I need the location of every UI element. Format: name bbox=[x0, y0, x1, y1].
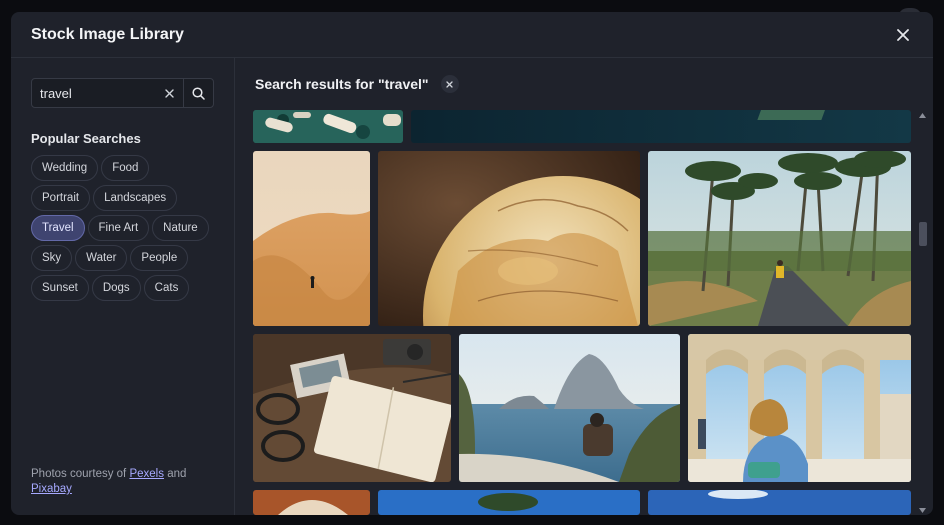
search-chip-cats[interactable]: Cats bbox=[143, 275, 190, 301]
stock-image-library-modal: Stock Image Library Popular Searches Wed… bbox=[11, 12, 933, 515]
search-icon bbox=[192, 86, 205, 100]
search-chip-sky[interactable]: Sky bbox=[31, 245, 73, 271]
search-chip-food[interactable]: Food bbox=[101, 155, 150, 181]
search-box bbox=[31, 78, 214, 108]
photo-dark-sky[interactable] bbox=[411, 110, 911, 143]
search-chip-dogs[interactable]: Dogs bbox=[91, 275, 141, 301]
clear-search-icon bbox=[164, 88, 174, 98]
results-header: Search results for "travel" bbox=[235, 58, 933, 110]
search-chip-water[interactable]: Water bbox=[75, 245, 128, 271]
photo-sea-island[interactable] bbox=[459, 334, 680, 482]
chevron-down-icon bbox=[918, 507, 926, 513]
photo-globe[interactable] bbox=[378, 151, 640, 326]
photo-desert[interactable] bbox=[253, 151, 370, 326]
photo-travel-journal[interactable] bbox=[253, 334, 451, 482]
search-chip-wedding[interactable]: Wedding bbox=[31, 155, 99, 181]
modal-title: Stock Image Library bbox=[31, 25, 184, 43]
photo-cave-arch[interactable] bbox=[253, 490, 370, 515]
photo-blue-sky[interactable] bbox=[648, 490, 911, 515]
results-title: Search results for "travel" bbox=[255, 76, 429, 92]
credits-middle: and bbox=[167, 468, 187, 480]
clear-results-button[interactable] bbox=[440, 75, 459, 93]
close-icon bbox=[897, 28, 909, 41]
results-panel: Search results for "travel" bbox=[235, 58, 933, 515]
search-chip-nature[interactable]: Nature bbox=[152, 215, 209, 241]
scroll-down-arrow[interactable] bbox=[917, 505, 927, 515]
sidebar: Popular Searches WeddingFood PortraitLand… bbox=[11, 58, 235, 515]
close-button[interactable] bbox=[893, 25, 913, 45]
credits-prefix: Photos courtesy of bbox=[31, 468, 127, 480]
clear-search-button[interactable] bbox=[155, 79, 183, 107]
search-button[interactable] bbox=[183, 79, 213, 107]
search-chip-travel[interactable]: Travel bbox=[31, 215, 85, 241]
photo-arches-tourist[interactable] bbox=[688, 334, 911, 482]
search-chip-sunset[interactable]: Sunset bbox=[31, 275, 89, 301]
search-input[interactable] bbox=[40, 85, 155, 101]
search-chip-landscapes[interactable]: Landscapes bbox=[93, 185, 178, 211]
popular-searches-chips: Wedding Food Portrait Landscapes Travel Fine … bbox=[31, 155, 211, 301]
search-input-wrap bbox=[32, 79, 155, 107]
photo-blue-sky-palm[interactable] bbox=[378, 490, 640, 515]
chevron-up-icon bbox=[918, 112, 926, 118]
photo-credits: Photos courtesy of Pexels and Pixabay bbox=[31, 467, 211, 497]
search-chip-portrait[interactable]: Portrait bbox=[31, 185, 91, 211]
scrollbar-thumb[interactable] bbox=[919, 222, 927, 246]
results-grid bbox=[253, 110, 911, 515]
photo-boats[interactable] bbox=[253, 110, 403, 143]
pexels-link[interactable]: Pexels bbox=[129, 468, 164, 480]
search-chip-people[interactable]: People bbox=[130, 245, 189, 271]
scroll-up-arrow[interactable] bbox=[917, 110, 927, 120]
photo-palm-road[interactable] bbox=[648, 151, 911, 326]
modal-body: Popular Searches WeddingFood PortraitLand… bbox=[11, 58, 933, 515]
popular-searches-title: Popular Searches bbox=[31, 131, 141, 146]
results-scrollbar[interactable] bbox=[917, 110, 927, 515]
modal-header: Stock Image Library bbox=[11, 12, 933, 58]
search-chip-fine-art[interactable]: Fine Art bbox=[87, 215, 150, 241]
close-icon bbox=[446, 80, 453, 88]
pixabay-link[interactable]: Pixabay bbox=[31, 483, 72, 495]
